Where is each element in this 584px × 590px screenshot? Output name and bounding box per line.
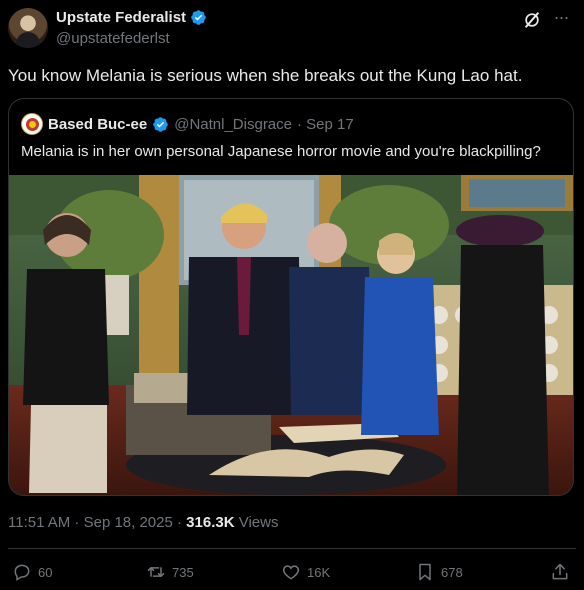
quoted-tweet-header: Based Buc-ee @Natnl_Disgrace · Sep 17	[21, 113, 354, 135]
author-handle[interactable]: @upstatefederlst	[56, 30, 170, 47]
share-icon	[552, 563, 568, 580]
divider	[8, 548, 576, 549]
retweet-button[interactable]: 735	[146, 562, 194, 582]
tweet-header: Upstate Federalist @upstatefederlst ···	[8, 8, 576, 52]
quoted-author-handle: @Natnl_Disgrace	[174, 115, 292, 133]
quoted-author-name: Based Buc-ee	[48, 115, 148, 133]
like-icon	[282, 565, 300, 580]
views-label: Views	[234, 514, 279, 531]
author-avatar[interactable]	[8, 8, 48, 48]
author-name-row: Upstate Federalist	[56, 9, 207, 26]
views-count: 316.3K	[186, 514, 235, 531]
retweet-icon	[147, 567, 165, 577]
more-icon[interactable]: ···	[550, 8, 572, 30]
tweet-time: 11:51 AM · Sep 18, 2025 ·	[8, 514, 187, 531]
like-count: 16K	[307, 564, 331, 580]
verified-badge-icon	[153, 116, 168, 132]
reply-button[interactable]: 60	[12, 562, 52, 582]
action-bar: 60 735 16K 678	[8, 562, 576, 586]
grok-icon[interactable]	[522, 10, 542, 30]
bookmark-icon	[419, 563, 431, 581]
share-button[interactable]	[550, 562, 570, 582]
author-display-name[interactable]: Upstate Federalist	[56, 9, 186, 26]
bookmark-button[interactable]: 678	[415, 562, 463, 582]
quoted-tweet[interactable]: Based Buc-ee @Natnl_Disgrace · Sep 17 Me…	[8, 98, 574, 496]
like-button[interactable]: 16K	[281, 562, 330, 582]
retweet-count: 735	[172, 564, 194, 580]
reply-icon	[14, 564, 30, 581]
tweet-text: You know Melania is serious when she bre…	[8, 66, 523, 85]
tweet-timestamp[interactable]: 11:51 AM · Sep 18, 2025 · 316.3K Views	[8, 514, 278, 531]
verified-badge-icon	[191, 10, 206, 25]
reply-count: 60	[38, 564, 53, 580]
quoted-tweet-text: Melania is in her own personal Japanese …	[21, 143, 541, 160]
quoted-tweet-date: · Sep 17	[297, 115, 354, 133]
quoted-tweet-photo[interactable]	[9, 175, 573, 496]
quoted-author-avatar	[21, 113, 43, 135]
bookmark-count: 678	[441, 564, 463, 580]
